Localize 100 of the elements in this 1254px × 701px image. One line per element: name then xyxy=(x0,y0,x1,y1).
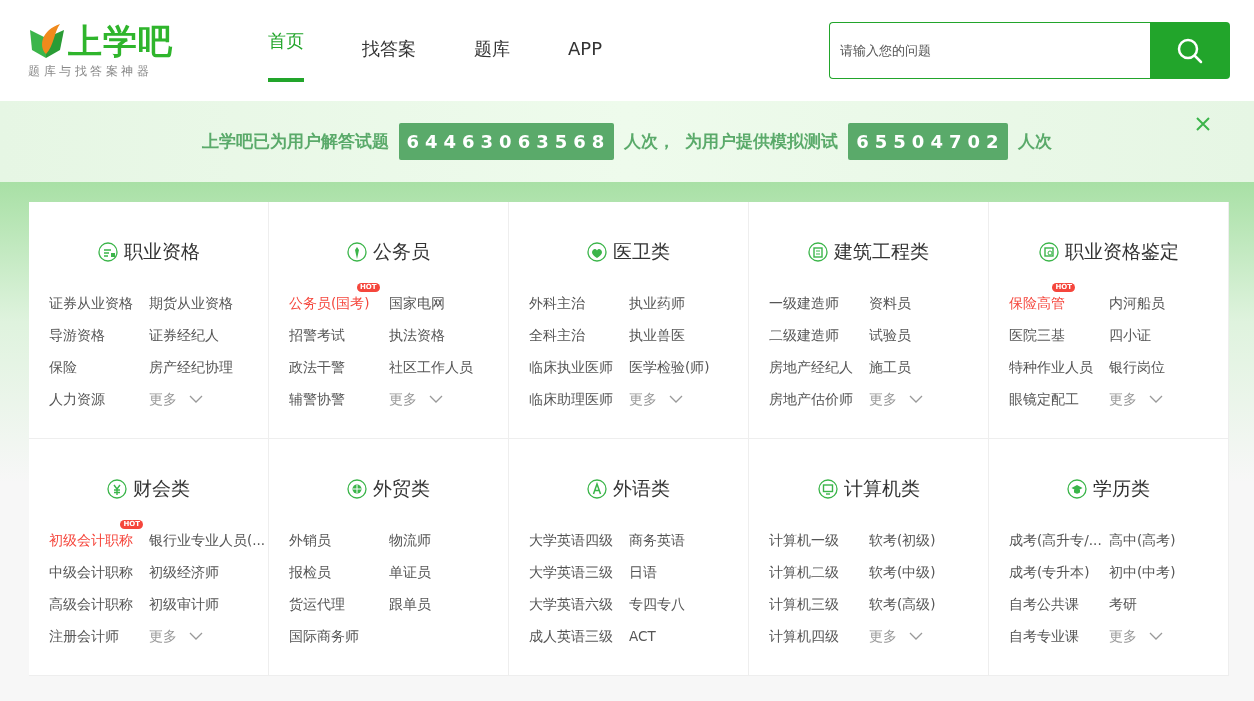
category-link[interactable]: 外销员 xyxy=(289,532,331,548)
category-link[interactable]: 四小证 xyxy=(1109,327,1151,343)
category-link[interactable]: 考研 xyxy=(1109,596,1137,612)
chevron-down-icon xyxy=(909,632,923,640)
category-link[interactable]: 银行岗位 xyxy=(1109,359,1165,375)
category-link[interactable]: 一级建造师 xyxy=(769,295,839,311)
category-link[interactable]: 二级建造师 xyxy=(769,327,839,343)
category-link[interactable]: 证券从业资格 xyxy=(49,295,133,311)
search-field[interactable]: 请输入您的问题 xyxy=(829,22,1150,79)
category-link[interactable]: 初级经济师 xyxy=(149,564,219,580)
category-title: 职业资格 xyxy=(123,239,200,264)
category-link[interactable]: 保险 xyxy=(49,359,77,375)
category-link[interactable]: 计算机二级 xyxy=(769,564,839,580)
category-link[interactable]: 内河船员 xyxy=(1109,295,1165,311)
category-link[interactable]: 高级会计职称 xyxy=(49,596,133,612)
category-link[interactable]: 全科主治 xyxy=(529,327,585,343)
category-title: 财会类 xyxy=(133,476,190,501)
category-link[interactable]: 初中(中考) xyxy=(1109,564,1176,580)
chevron-down-icon xyxy=(189,632,203,640)
category-link[interactable]: 房地产估价师 xyxy=(769,391,853,407)
category-link[interactable]: 期货从业资格 xyxy=(149,295,233,311)
counter: 64463063568 xyxy=(398,123,615,160)
category-link[interactable]: 执业兽医 xyxy=(629,327,685,343)
category-link[interactable]: 执业药师 xyxy=(629,295,685,311)
category-link[interactable]: 政法干警 xyxy=(289,359,345,375)
category-link[interactable]: 房产经纪协理 xyxy=(149,359,233,375)
category-link[interactable]: 执法资格 xyxy=(389,327,445,343)
category-link[interactable]: 自考专业课 xyxy=(1009,628,1079,644)
category-link[interactable]: 大学英语三级 xyxy=(529,564,613,580)
category-icon xyxy=(808,242,828,262)
category-link[interactable]: 特种作业人员 xyxy=(1009,359,1093,375)
category-link[interactable]: 软考(初级) xyxy=(869,532,936,548)
category-icon xyxy=(107,479,127,499)
category-link[interactable]: 医学检验(师) xyxy=(629,359,710,375)
search-button[interactable] xyxy=(1150,22,1230,79)
close-icon[interactable] xyxy=(1194,115,1212,133)
category-link[interactable]: 计算机一级 xyxy=(769,532,839,548)
category-link[interactable]: 临床助理医师 xyxy=(529,391,613,407)
counter: 65504702 xyxy=(848,123,1009,160)
category-link[interactable]: 计算机四级 xyxy=(769,628,839,644)
chevron-down-icon xyxy=(909,395,923,403)
category-link[interactable]: 软考(中级) xyxy=(869,564,936,580)
category-link[interactable]: 中级会计职称 xyxy=(49,564,133,580)
leaf-logo-icon xyxy=(28,22,66,60)
category-link[interactable]: 眼镜定配工 xyxy=(1009,391,1079,407)
chevron-down-icon xyxy=(1149,632,1163,640)
category-link[interactable]: 招警考试 xyxy=(289,327,345,343)
chevron-down-icon xyxy=(429,395,443,403)
category-link[interactable]: 房地产经纪人 xyxy=(769,359,853,375)
search-icon xyxy=(1176,36,1204,65)
category-link[interactable]: 大学英语六级 xyxy=(529,596,613,612)
category-link[interactable]: 国家电网 xyxy=(389,295,445,311)
category-link[interactable]: 临床执业医师 xyxy=(529,359,613,375)
category-link[interactable]: 辅警协警 xyxy=(289,391,345,407)
category-link[interactable]: 专四专八 xyxy=(629,596,685,612)
category-link[interactable]: 成人英语三级 xyxy=(529,628,613,644)
category-link[interactable]: 计算机三级 xyxy=(769,596,839,612)
category-link[interactable]: 银行业专业人员(... xyxy=(149,532,266,548)
category-link[interactable]: 单证员 xyxy=(389,564,431,580)
category-title: 外贸类 xyxy=(373,476,430,501)
category-link[interactable]: 报检员 xyxy=(289,564,331,580)
category-title: 外语类 xyxy=(613,476,670,501)
nav-tab[interactable]: APP xyxy=(568,0,603,101)
category-link[interactable]: 初级审计师 xyxy=(149,596,219,612)
category-link[interactable]: 资料员 xyxy=(869,295,911,311)
category-link[interactable]: 证券经纪人 xyxy=(149,327,219,343)
nav-tab[interactable]: 题库 xyxy=(474,0,510,101)
category-link[interactable]: 软考(高级) xyxy=(869,596,936,612)
category-link[interactable]: 成考(高升专/... xyxy=(1009,532,1102,548)
category-link[interactable]: 物流师 xyxy=(389,532,431,548)
category-link[interactable]: 注册会计师 xyxy=(49,628,119,644)
nav-tab[interactable]: 找答案 xyxy=(362,0,416,101)
category-link[interactable]: 日语 xyxy=(629,564,657,580)
category-link[interactable]: ACT xyxy=(629,628,656,644)
category-icon xyxy=(97,242,118,262)
category-link[interactable]: 初级会计职称 xyxy=(49,532,133,548)
logo-tagline: 题库与找答案神器 xyxy=(28,63,153,80)
category-link[interactable]: 人力资源 xyxy=(49,391,105,407)
category-link[interactable]: 医院三基 xyxy=(1009,327,1065,343)
category-link[interactable]: 高中(高考) xyxy=(1109,532,1176,548)
category-icon xyxy=(347,242,367,262)
category-link[interactable]: 公务员(国考) xyxy=(289,295,370,311)
category-link[interactable]: 社区工作人员 xyxy=(389,359,473,375)
category-link[interactable]: 货运代理 xyxy=(289,596,345,612)
category-link[interactable]: 外科主治 xyxy=(529,295,585,311)
category-link[interactable]: 自考公共课 xyxy=(1009,596,1079,612)
category-link[interactable]: 跟单员 xyxy=(389,596,431,612)
category-link[interactable]: 国际商务师 xyxy=(289,628,359,644)
category-link[interactable]: 成考(专升本) xyxy=(1009,564,1090,580)
category-link[interactable]: 导游资格 xyxy=(49,327,105,343)
banner-text: 上学吧已为用户解答试题 xyxy=(201,130,389,153)
banner-text: 为用户提供模拟测试 xyxy=(685,130,839,153)
category-title: 职业资格鉴定 xyxy=(1064,239,1179,264)
category-link[interactable]: 大学英语四级 xyxy=(529,532,613,548)
category-link[interactable]: 试验员 xyxy=(869,327,911,343)
category-link[interactable]: 保险高管 xyxy=(1009,295,1065,311)
category-link[interactable]: 商务英语 xyxy=(629,532,685,548)
category-icon xyxy=(587,479,607,499)
category-link[interactable]: 施工员 xyxy=(869,359,911,375)
category-title: 建筑工程类 xyxy=(834,239,929,264)
